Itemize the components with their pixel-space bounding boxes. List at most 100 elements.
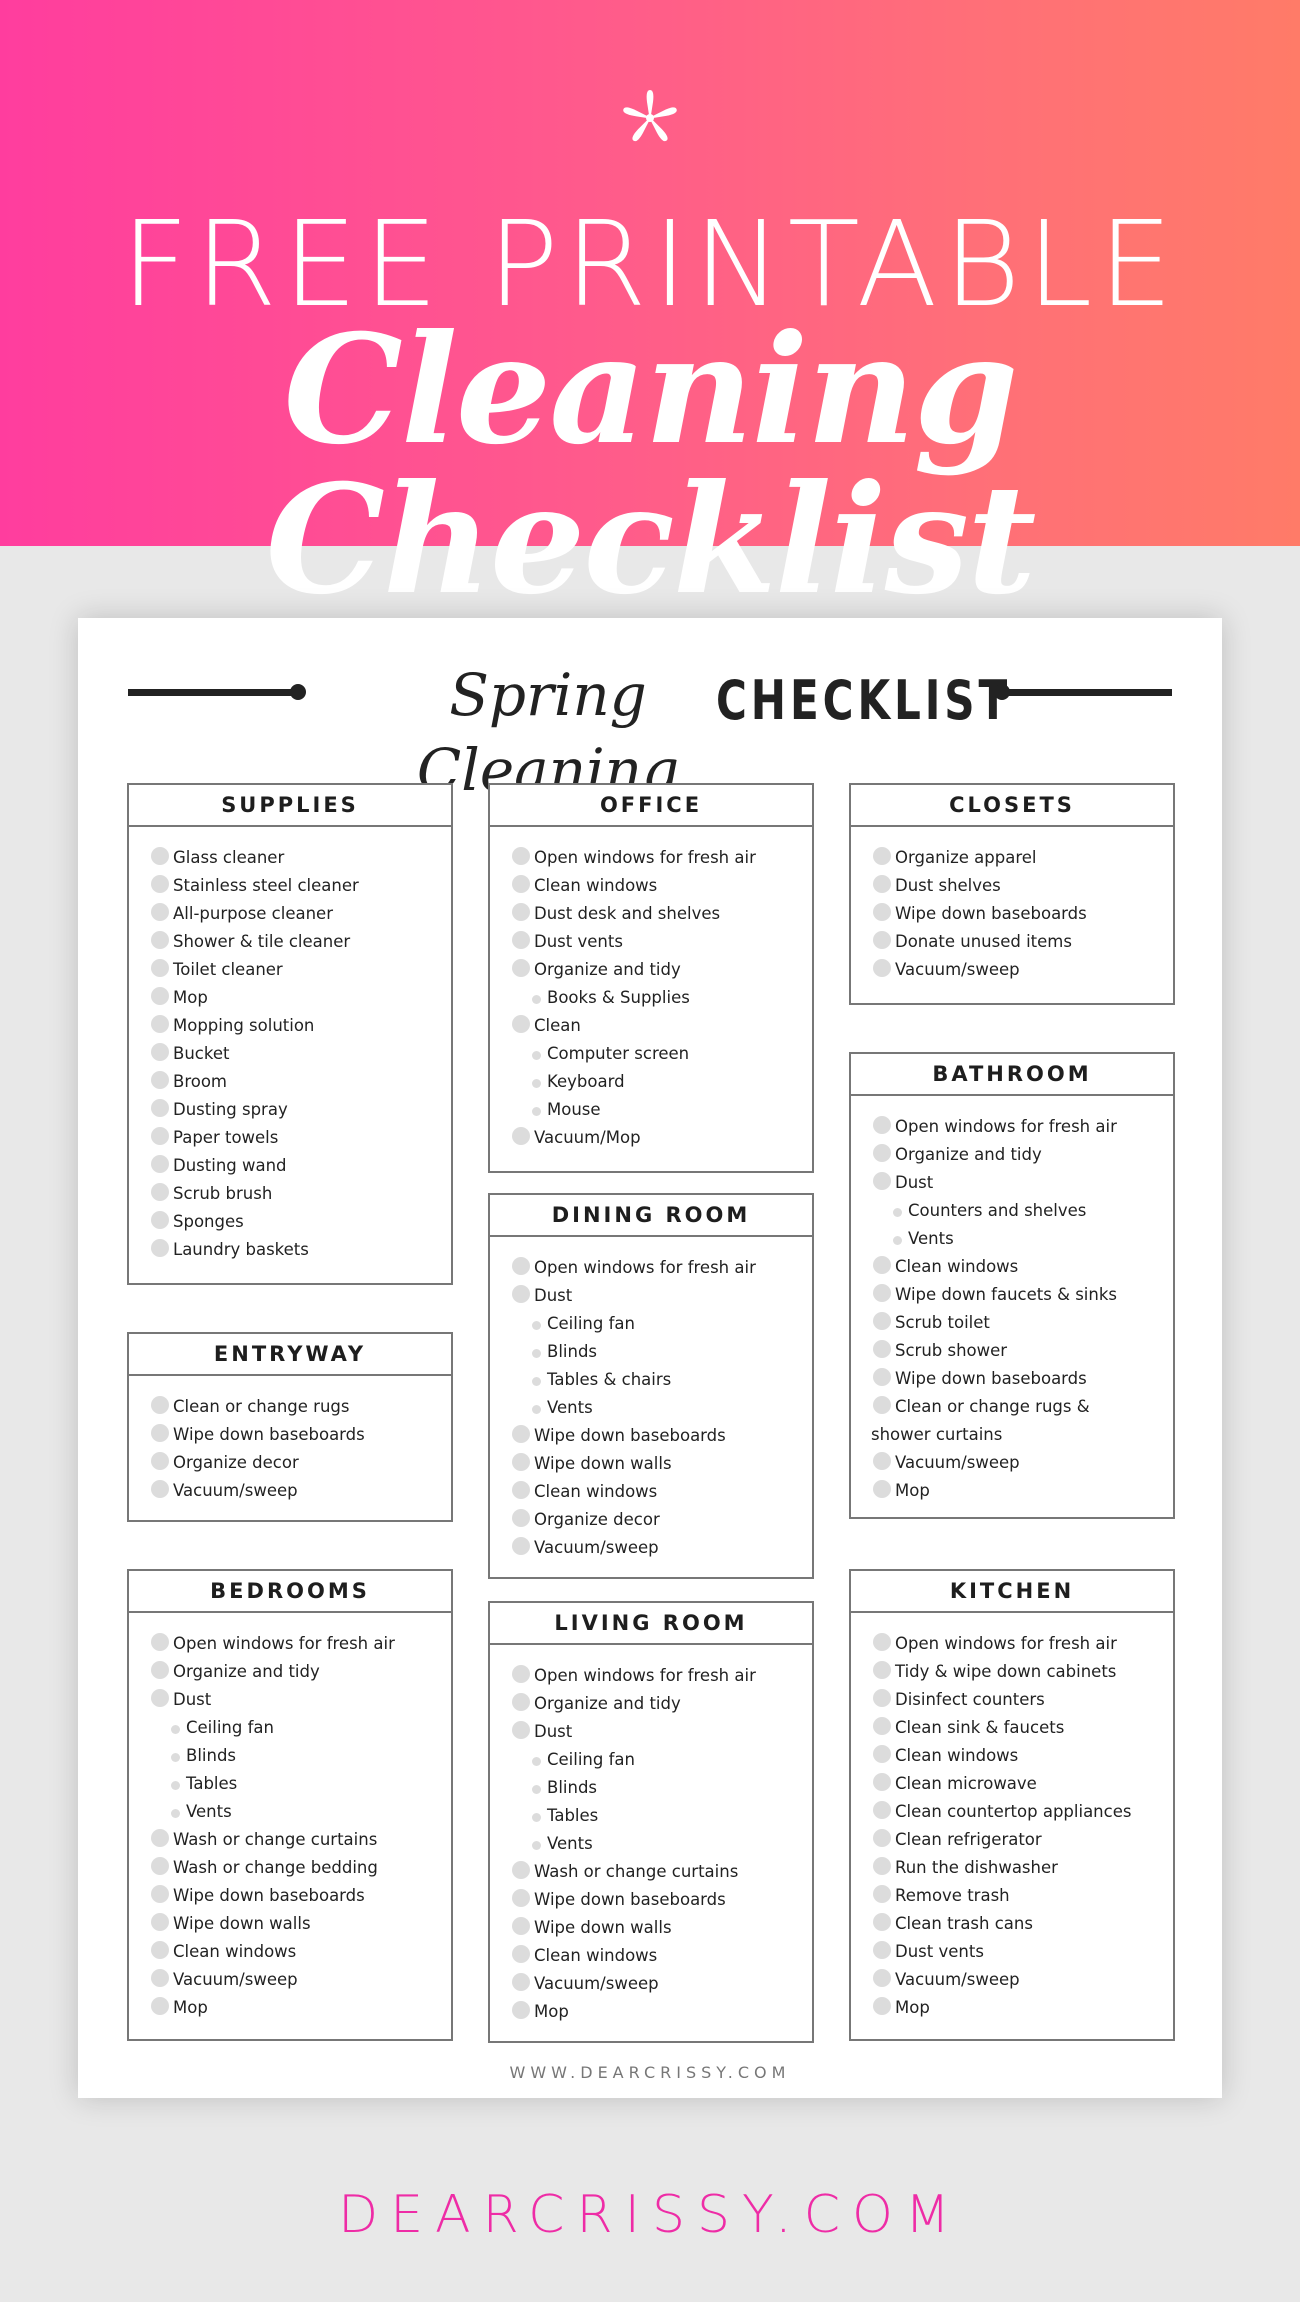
- checkbox-circle-icon[interactable]: [873, 1717, 891, 1735]
- checkbox-circle-icon[interactable]: [512, 875, 530, 893]
- checklist-item[interactable]: Clean microwave: [871, 1770, 1153, 1798]
- checklist-item[interactable]: Vacuum/sweep: [149, 1966, 431, 1994]
- checklist-item[interactable]: Wipe down baseboards: [149, 1882, 431, 1910]
- checklist-item[interactable]: Vacuum/sweep: [871, 1449, 1153, 1477]
- checklist-item[interactable]: Organize and tidy: [871, 1141, 1153, 1169]
- checkbox-circle-icon[interactable]: [873, 1116, 891, 1134]
- checkbox-circle-icon[interactable]: [151, 1424, 169, 1442]
- checkbox-circle-icon[interactable]: [151, 1913, 169, 1931]
- checklist-item[interactable]: Glass cleaner: [149, 844, 431, 872]
- checklist-item[interactable]: Shower & tile cleaner: [149, 928, 431, 956]
- checkbox-circle-icon[interactable]: [873, 1773, 891, 1791]
- checkbox-circle-icon[interactable]: [151, 875, 169, 893]
- checklist-item[interactable]: Scrub brush: [149, 1180, 431, 1208]
- checkbox-circle-icon[interactable]: [873, 931, 891, 949]
- checkbox-circle-icon[interactable]: [873, 1745, 891, 1763]
- checkbox-circle-icon[interactable]: [151, 1127, 169, 1145]
- checklist-item[interactable]: Wipe down baseboards: [510, 1886, 792, 1914]
- checkbox-circle-icon[interactable]: [512, 1509, 530, 1527]
- checkbox-circle-icon[interactable]: [512, 1257, 530, 1275]
- checklist-subitem[interactable]: Keyboard: [510, 1068, 792, 1096]
- checkbox-circle-icon[interactable]: [151, 1941, 169, 1959]
- bullet-icon[interactable]: [532, 1107, 541, 1116]
- checklist-item[interactable]: Open windows for fresh air: [510, 844, 792, 872]
- checkbox-circle-icon[interactable]: [873, 875, 891, 893]
- checklist-subitem[interactable]: Blinds: [510, 1338, 792, 1366]
- checklist-item[interactable]: Organize apparel: [871, 844, 1153, 872]
- checklist-item[interactable]: Disinfect counters: [871, 1686, 1153, 1714]
- checklist-item[interactable]: Bucket: [149, 1040, 431, 1068]
- checkbox-circle-icon[interactable]: [151, 1183, 169, 1201]
- checklist-subitem[interactable]: Blinds: [510, 1774, 792, 1802]
- checklist-item[interactable]: Laundry baskets: [149, 1236, 431, 1264]
- checkbox-circle-icon[interactable]: [873, 1941, 891, 1959]
- checklist-subitem[interactable]: Tables: [149, 1770, 431, 1798]
- checklist-item[interactable]: Wipe down walls: [510, 1914, 792, 1942]
- checkbox-circle-icon[interactable]: [873, 1885, 891, 1903]
- checklist-item[interactable]: Mopping solution: [149, 1012, 431, 1040]
- checkbox-circle-icon[interactable]: [873, 1633, 891, 1651]
- checklist-item[interactable]: Tidy & wipe down cabinets: [871, 1658, 1153, 1686]
- checklist-item[interactable]: Wipe down baseboards: [510, 1422, 792, 1450]
- checkbox-circle-icon[interactable]: [151, 1661, 169, 1679]
- checkbox-circle-icon[interactable]: [151, 931, 169, 949]
- bullet-icon[interactable]: [532, 995, 541, 1004]
- checklist-item[interactable]: Clean trash cans: [871, 1910, 1153, 1938]
- checkbox-circle-icon[interactable]: [512, 1285, 530, 1303]
- checkbox-circle-icon[interactable]: [151, 1239, 169, 1257]
- checkbox-circle-icon[interactable]: [873, 1997, 891, 2015]
- checkbox-circle-icon[interactable]: [512, 1917, 530, 1935]
- checklist-item[interactable]: Open windows for fresh air: [149, 1630, 431, 1658]
- checkbox-circle-icon[interactable]: [512, 903, 530, 921]
- checkbox-circle-icon[interactable]: [512, 1721, 530, 1739]
- checkbox-circle-icon[interactable]: [151, 1480, 169, 1498]
- checklist-item[interactable]: Dust desk and shelves: [510, 900, 792, 928]
- checklist-item[interactable]: Wash or change curtains: [510, 1858, 792, 1886]
- checkbox-circle-icon[interactable]: [151, 1071, 169, 1089]
- checklist-subitem[interactable]: Vents: [871, 1225, 1153, 1253]
- checkbox-circle-icon[interactable]: [512, 1861, 530, 1879]
- checkbox-circle-icon[interactable]: [151, 903, 169, 921]
- checklist-item[interactable]: Wipe down baseboards: [149, 1421, 431, 1449]
- checkbox-circle-icon[interactable]: [873, 1829, 891, 1847]
- checkbox-circle-icon[interactable]: [151, 1689, 169, 1707]
- checklist-item[interactable]: Run the dishwasher: [871, 1854, 1153, 1882]
- checklist-subitem[interactable]: Ceiling fan: [510, 1310, 792, 1338]
- checkbox-circle-icon[interactable]: [151, 987, 169, 1005]
- checklist-item[interactable]: Dusting spray: [149, 1096, 431, 1124]
- checkbox-circle-icon[interactable]: [512, 959, 530, 977]
- checklist-subitem[interactable]: Tables: [510, 1802, 792, 1830]
- checklist-subitem[interactable]: Vents: [510, 1830, 792, 1858]
- checklist-item[interactable]: Vacuum/sweep: [871, 1966, 1153, 1994]
- checkbox-circle-icon[interactable]: [512, 1481, 530, 1499]
- checkbox-circle-icon[interactable]: [873, 1480, 891, 1498]
- checklist-item[interactable]: Clean windows: [510, 1942, 792, 1970]
- bullet-icon[interactable]: [532, 1321, 541, 1330]
- checklist-subitem[interactable]: Vents: [149, 1798, 431, 1826]
- checkbox-circle-icon[interactable]: [151, 959, 169, 977]
- checklist-item[interactable]: Dust shelves: [871, 872, 1153, 900]
- checkbox-circle-icon[interactable]: [151, 1969, 169, 1987]
- checklist-item[interactable]: Wash or change bedding: [149, 1854, 431, 1882]
- checkbox-circle-icon[interactable]: [873, 1452, 891, 1470]
- checklist-item[interactable]: Dust: [149, 1686, 431, 1714]
- checklist-item[interactable]: All-purpose cleaner: [149, 900, 431, 928]
- checklist-item[interactable]: Mop: [510, 1998, 792, 2026]
- checkbox-circle-icon[interactable]: [512, 1537, 530, 1555]
- checklist-subitem[interactable]: Vents: [510, 1394, 792, 1422]
- checklist-item[interactable]: Remove trash: [871, 1882, 1153, 1910]
- checkbox-circle-icon[interactable]: [512, 1665, 530, 1683]
- checkbox-circle-icon[interactable]: [873, 959, 891, 977]
- checklist-item[interactable]: Clean windows: [510, 872, 792, 900]
- checkbox-circle-icon[interactable]: [151, 1885, 169, 1903]
- bullet-icon[interactable]: [171, 1781, 180, 1790]
- checkbox-circle-icon[interactable]: [151, 1997, 169, 2015]
- checklist-item[interactable]: Clean refrigerator: [871, 1826, 1153, 1854]
- checkbox-circle-icon[interactable]: [873, 1256, 891, 1274]
- checklist-item[interactable]: Organize and tidy: [510, 1690, 792, 1718]
- checkbox-circle-icon[interactable]: [873, 1969, 891, 1987]
- checkbox-circle-icon[interactable]: [873, 1312, 891, 1330]
- checkbox-circle-icon[interactable]: [512, 931, 530, 949]
- checkbox-circle-icon[interactable]: [151, 1633, 169, 1651]
- checklist-item[interactable]: Sponges: [149, 1208, 431, 1236]
